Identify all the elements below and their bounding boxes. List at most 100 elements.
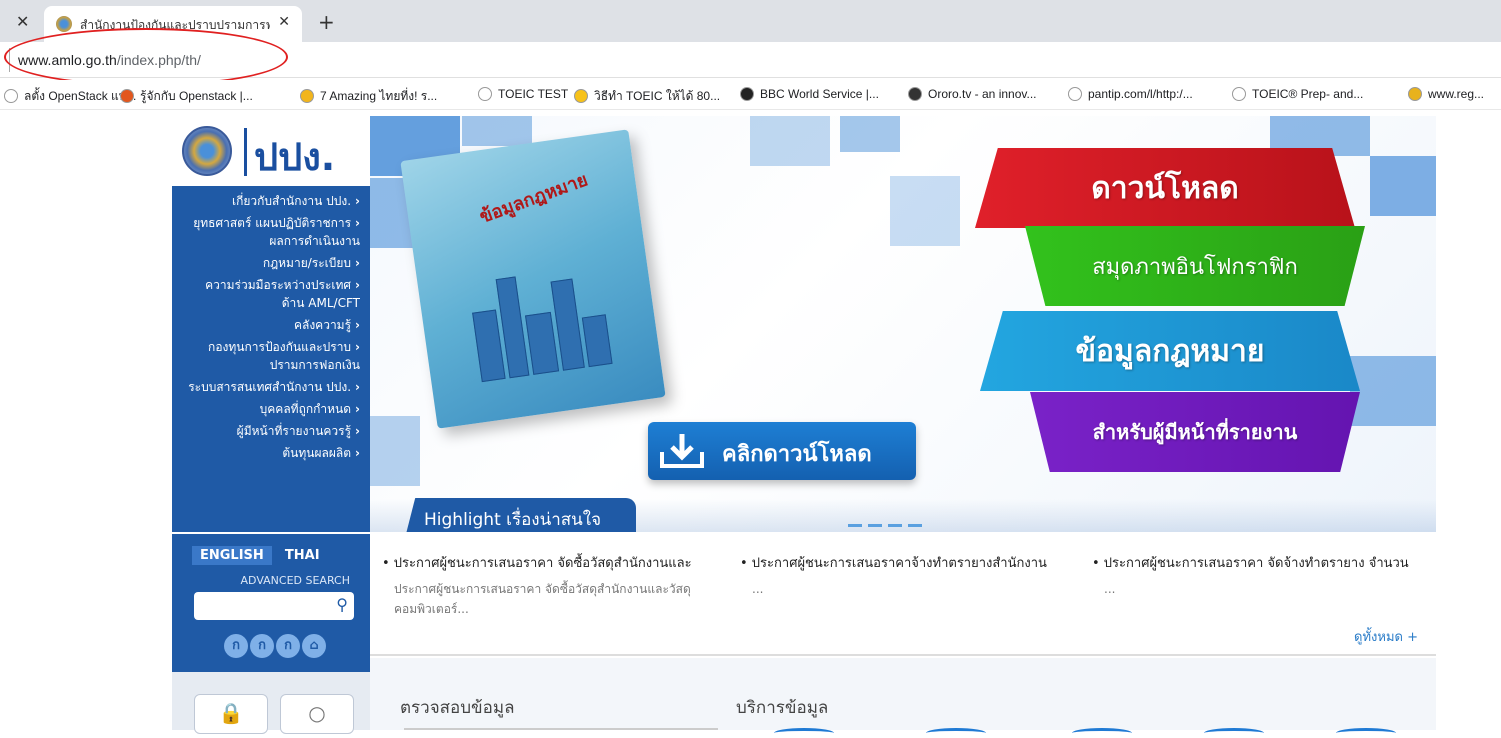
bookmark-item[interactable]: ลตั้ง OpenStack แบ... (4, 87, 136, 106)
search-input[interactable]: ⚲ (194, 592, 354, 620)
chevron-right-icon: › (355, 216, 360, 230)
carousel-dot[interactable] (888, 524, 902, 527)
sidebar-nav-item[interactable]: ผู้มีหน้าที่รายงานควรรู้ › (172, 422, 370, 440)
lang-english-button[interactable]: ENGLISH (192, 546, 272, 565)
sidebar-nav-item[interactable]: ปรามการฟอกเงิน (172, 356, 370, 374)
sidebar-nav-label: กองทุนการป้องกันและปราบ (208, 340, 352, 354)
highlight-tab-label: Highlight เรื่องน่าสนใจ (424, 510, 602, 530)
bookmark-item[interactable]: www.reg... (1408, 87, 1484, 101)
sidebar-nav-item[interactable]: ผลการดำเนินงาน (172, 232, 370, 250)
bookmark-item[interactable]: 7 Amazing ไทยที่ง! ร... (300, 87, 437, 106)
chat-icon[interactable]: ○ (280, 694, 354, 734)
sidebar-nav-label: เกี่ยวกับสำนักงาน ปปง. (231, 194, 352, 208)
tab-title: สำนักงานป้องกันและปราบปรามการฟอ (80, 18, 270, 32)
bookmark-label: pantip.com/l/http:/... (1088, 87, 1193, 101)
site-favicon-icon (56, 16, 72, 32)
lock-icon[interactable]: 🔒 (194, 694, 268, 734)
logo-text: ปปง. (254, 135, 336, 179)
lang-thai-button[interactable]: THAI (277, 546, 328, 565)
news-summary: ประกาศผู้ชนะการเสนอราคา จัดซื้อวัสดุสำนั… (394, 582, 691, 616)
font-normal-button[interactable]: ก (250, 634, 274, 658)
bookmark-favicon-icon (1068, 87, 1082, 101)
site-logo[interactable]: ปปง. (172, 116, 370, 186)
news-title[interactable]: • ประกาศผู้ชนะการเสนอราคาจ้างทำตรายางสำน… (740, 552, 1080, 573)
see-all-link[interactable]: ดูทั้งหมด + (1354, 626, 1418, 647)
sidebar-nav-item[interactable]: เกี่ยวกับสำนักงาน ปปง. › (172, 192, 370, 210)
bookmark-label: วิธีทำ TOEIC ให้ได้ 80... (594, 89, 721, 103)
bookmark-item[interactable]: TOEIC® Prep- and... (1232, 87, 1363, 101)
banner[interactable]: ข้อมูลกฎหมาย ดาวน์โหลด สมุดภาพอินโฟกราฟิ… (370, 116, 1436, 532)
bookmark-favicon-icon (740, 87, 754, 101)
bookmark-favicon-icon (4, 89, 18, 103)
news-title[interactable]: • ประกาศผู้ชนะการเสนอราคา จัดซื้อวัสดุสำ… (382, 552, 722, 573)
carousel-dots (848, 512, 928, 531)
sidebar-nav-item[interactable]: กองทุนการป้องกันและปราบ › (172, 338, 370, 356)
url-path: /index.php/th/ (116, 52, 201, 68)
tab-close-icon[interactable]: ✕ (278, 14, 290, 30)
bookmark-favicon-icon (478, 87, 492, 101)
bookmark-label: TOEIC® Prep- and... (1252, 87, 1364, 101)
sidebar-nav-label: ปรามการฟอกเงิน (269, 358, 360, 372)
services-section: ตรวจสอบข้อมูล บริการข้อมูล (370, 658, 1436, 731)
sidebar-nav-label: กฎหมาย/ระเบียบ (262, 256, 352, 270)
bookmark-item[interactable]: pantip.com/l/http:/... (1068, 87, 1193, 101)
bookmark-favicon-icon (1408, 87, 1422, 101)
ribbon-download: ดาวน์โหลด (975, 148, 1355, 228)
chevron-right-icon: › (355, 318, 360, 332)
chevron-right-icon: › (355, 424, 360, 438)
city-illustration (455, 244, 620, 384)
bookmark-item[interactable]: Ororo.tv - an innov... (908, 87, 1037, 101)
download-button[interactable]: คลิกดาวน์โหลด (648, 422, 916, 480)
sidebar-nav-item[interactable]: ความร่วมมือระหว่างประเทศ › (172, 276, 370, 294)
bookmark-label: รู้จักกับ Openstack |... (140, 89, 253, 103)
close-icon[interactable]: ✕ (16, 12, 29, 31)
sidebar-nav-item[interactable]: ต้นทุนผลผลิต › (172, 444, 370, 462)
chevron-right-icon: › (355, 380, 360, 394)
news-item[interactable]: • ประกาศผู้ชนะการเสนอราคา จัดจ้างทำตรายา… (1092, 552, 1432, 599)
carousel-dot[interactable] (908, 524, 922, 527)
highlight-news: • ประกาศผู้ชนะการเสนอราคา จัดซื้อวัสดุสำ… (370, 534, 1436, 656)
url-cursor (9, 48, 10, 72)
bookmark-label: www.reg... (1428, 87, 1485, 101)
bookmark-favicon-icon (908, 87, 922, 101)
carousel-dot[interactable] (848, 524, 862, 527)
services-heading: บริการข้อมูล (736, 698, 829, 718)
language-search-panel: ENGLISH THAI ADVANCED SEARCH ⚲ กกก ⌂ (172, 532, 370, 672)
quick-links-panel: 🔒 ○ (172, 672, 370, 734)
search-icon[interactable]: ⚲ (336, 595, 348, 614)
news-item[interactable]: • ประกาศผู้ชนะการเสนอราคา จัดซื้อวัสดุสำ… (382, 552, 722, 619)
new-tab-plus-icon[interactable]: + (318, 10, 335, 34)
sidebar-nav-label: คลังความรู้ (293, 318, 352, 332)
browser-tab[interactable]: สำนักงานป้องกันและปราบปรามการฟอ ✕ (44, 6, 302, 42)
font-increase-button[interactable]: ก (276, 634, 300, 658)
news-title[interactable]: • ประกาศผู้ชนะการเสนอราคา จัดจ้างทำตรายา… (1092, 552, 1432, 573)
bookmark-label: TOEIC TEST (498, 87, 569, 101)
check-data-heading: ตรวจสอบข้อมูล (400, 698, 515, 718)
sidebar-nav-item[interactable]: บุคคลที่ถูกกำหนด › (172, 400, 370, 418)
sidebar-nav-label: ผู้มีหน้าที่รายงานควรรู้ (236, 424, 352, 438)
amlo-emblem-icon (182, 126, 232, 176)
sidebar-nav-item[interactable]: ยุทธศาสตร์ แผนปฏิบัติราชการ › (172, 214, 370, 232)
address-bar[interactable]: www.amlo.go.th/index.php/th/ (0, 42, 1501, 78)
home-icon[interactable]: ⌂ (302, 634, 326, 658)
font-decrease-button[interactable]: ก (224, 634, 248, 658)
sidebar-nav-item[interactable]: คลังความรู้ › (172, 316, 370, 334)
bookmark-item[interactable]: รู้จักกับ Openstack |... (120, 87, 253, 106)
website: ปปง. เกี่ยวกับสำนักงาน ปปง. › ยุทธศาสตร์ แ… (172, 116, 1436, 734)
sidebar-nav-item[interactable]: ด้าน AML/CFT (172, 294, 370, 312)
carousel-dot[interactable] (868, 524, 882, 527)
chevron-right-icon: › (355, 340, 360, 354)
highlight-tab[interactable]: Highlight เรื่องน่าสนใจ (406, 498, 636, 532)
advanced-search-link[interactable]: ADVANCED SEARCH (241, 574, 350, 587)
url-text[interactable]: www.amlo.go.th/index.php/th/ (18, 52, 201, 68)
sidebar-nav-item[interactable]: ระบบสารสนเทศสำนักงาน ปปง. › (172, 378, 370, 396)
bookmark-favicon-icon (574, 89, 588, 103)
url-host: www.amlo.go.th (18, 52, 117, 68)
bookmark-item[interactable]: BBC World Service |... (740, 87, 879, 101)
bookmark-label: 7 Amazing ไทยที่ง! ร... (320, 89, 438, 103)
sidebar-nav-label: ยุทธศาสตร์ แผนปฏิบัติราชการ (193, 216, 352, 230)
news-item[interactable]: • ประกาศผู้ชนะการเสนอราคาจ้างทำตรายางสำน… (740, 552, 1080, 599)
bookmark-item[interactable]: TOEIC TEST (478, 87, 568, 101)
bookmark-item[interactable]: วิธีทำ TOEIC ให้ได้ 80... (574, 87, 720, 106)
sidebar-nav-item[interactable]: กฎหมาย/ระเบียบ › (172, 254, 370, 272)
